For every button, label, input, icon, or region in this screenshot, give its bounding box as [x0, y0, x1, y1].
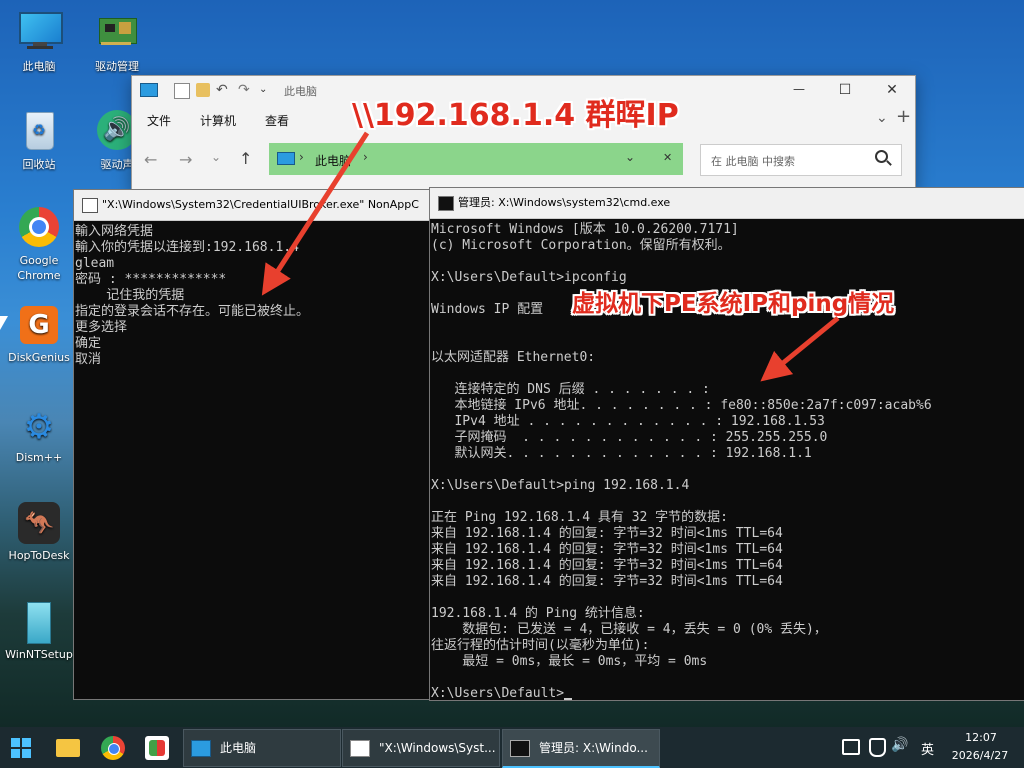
- taskbar-app-label: 管理员: X:\Windo...: [539, 741, 648, 755]
- annotation-arrows: [261, 131, 840, 382]
- security-icon[interactable]: [869, 738, 886, 757]
- arrow-to-cred: [261, 131, 370, 296]
- taskbar-app-this-pc[interactable]: 此电脑: [183, 729, 341, 767]
- app-pin-icon[interactable]: [145, 736, 169, 760]
- taskbar-app-label: "X:\Windows\Syst...: [379, 741, 496, 755]
- volume-icon[interactable]: 🔊: [891, 737, 908, 753]
- console-icon: [510, 740, 530, 757]
- start-button[interactable]: [11, 738, 31, 758]
- file-explorer-pin-icon[interactable]: [56, 739, 80, 757]
- network-icon[interactable]: [842, 739, 860, 755]
- taskbar-app-label: 此电脑: [220, 741, 257, 755]
- ime-indicator[interactable]: 英: [921, 739, 934, 758]
- chrome-pin-icon[interactable]: [101, 736, 125, 760]
- arrow-to-cmd: [760, 316, 840, 382]
- clock-date[interactable]: 2026/4/27: [947, 749, 1013, 762]
- taskbar: 此电脑 "X:\Windows\Syst... 管理员: X:\Windo...…: [0, 727, 1024, 768]
- console-icon: [350, 740, 370, 757]
- clock-time[interactable]: 12:07: [951, 731, 1011, 744]
- taskbar-app-credential[interactable]: "X:\Windows\Syst...: [342, 729, 500, 767]
- taskbar-app-cmd[interactable]: 管理员: X:\Windo...: [502, 729, 660, 768]
- computer-icon: [191, 740, 211, 757]
